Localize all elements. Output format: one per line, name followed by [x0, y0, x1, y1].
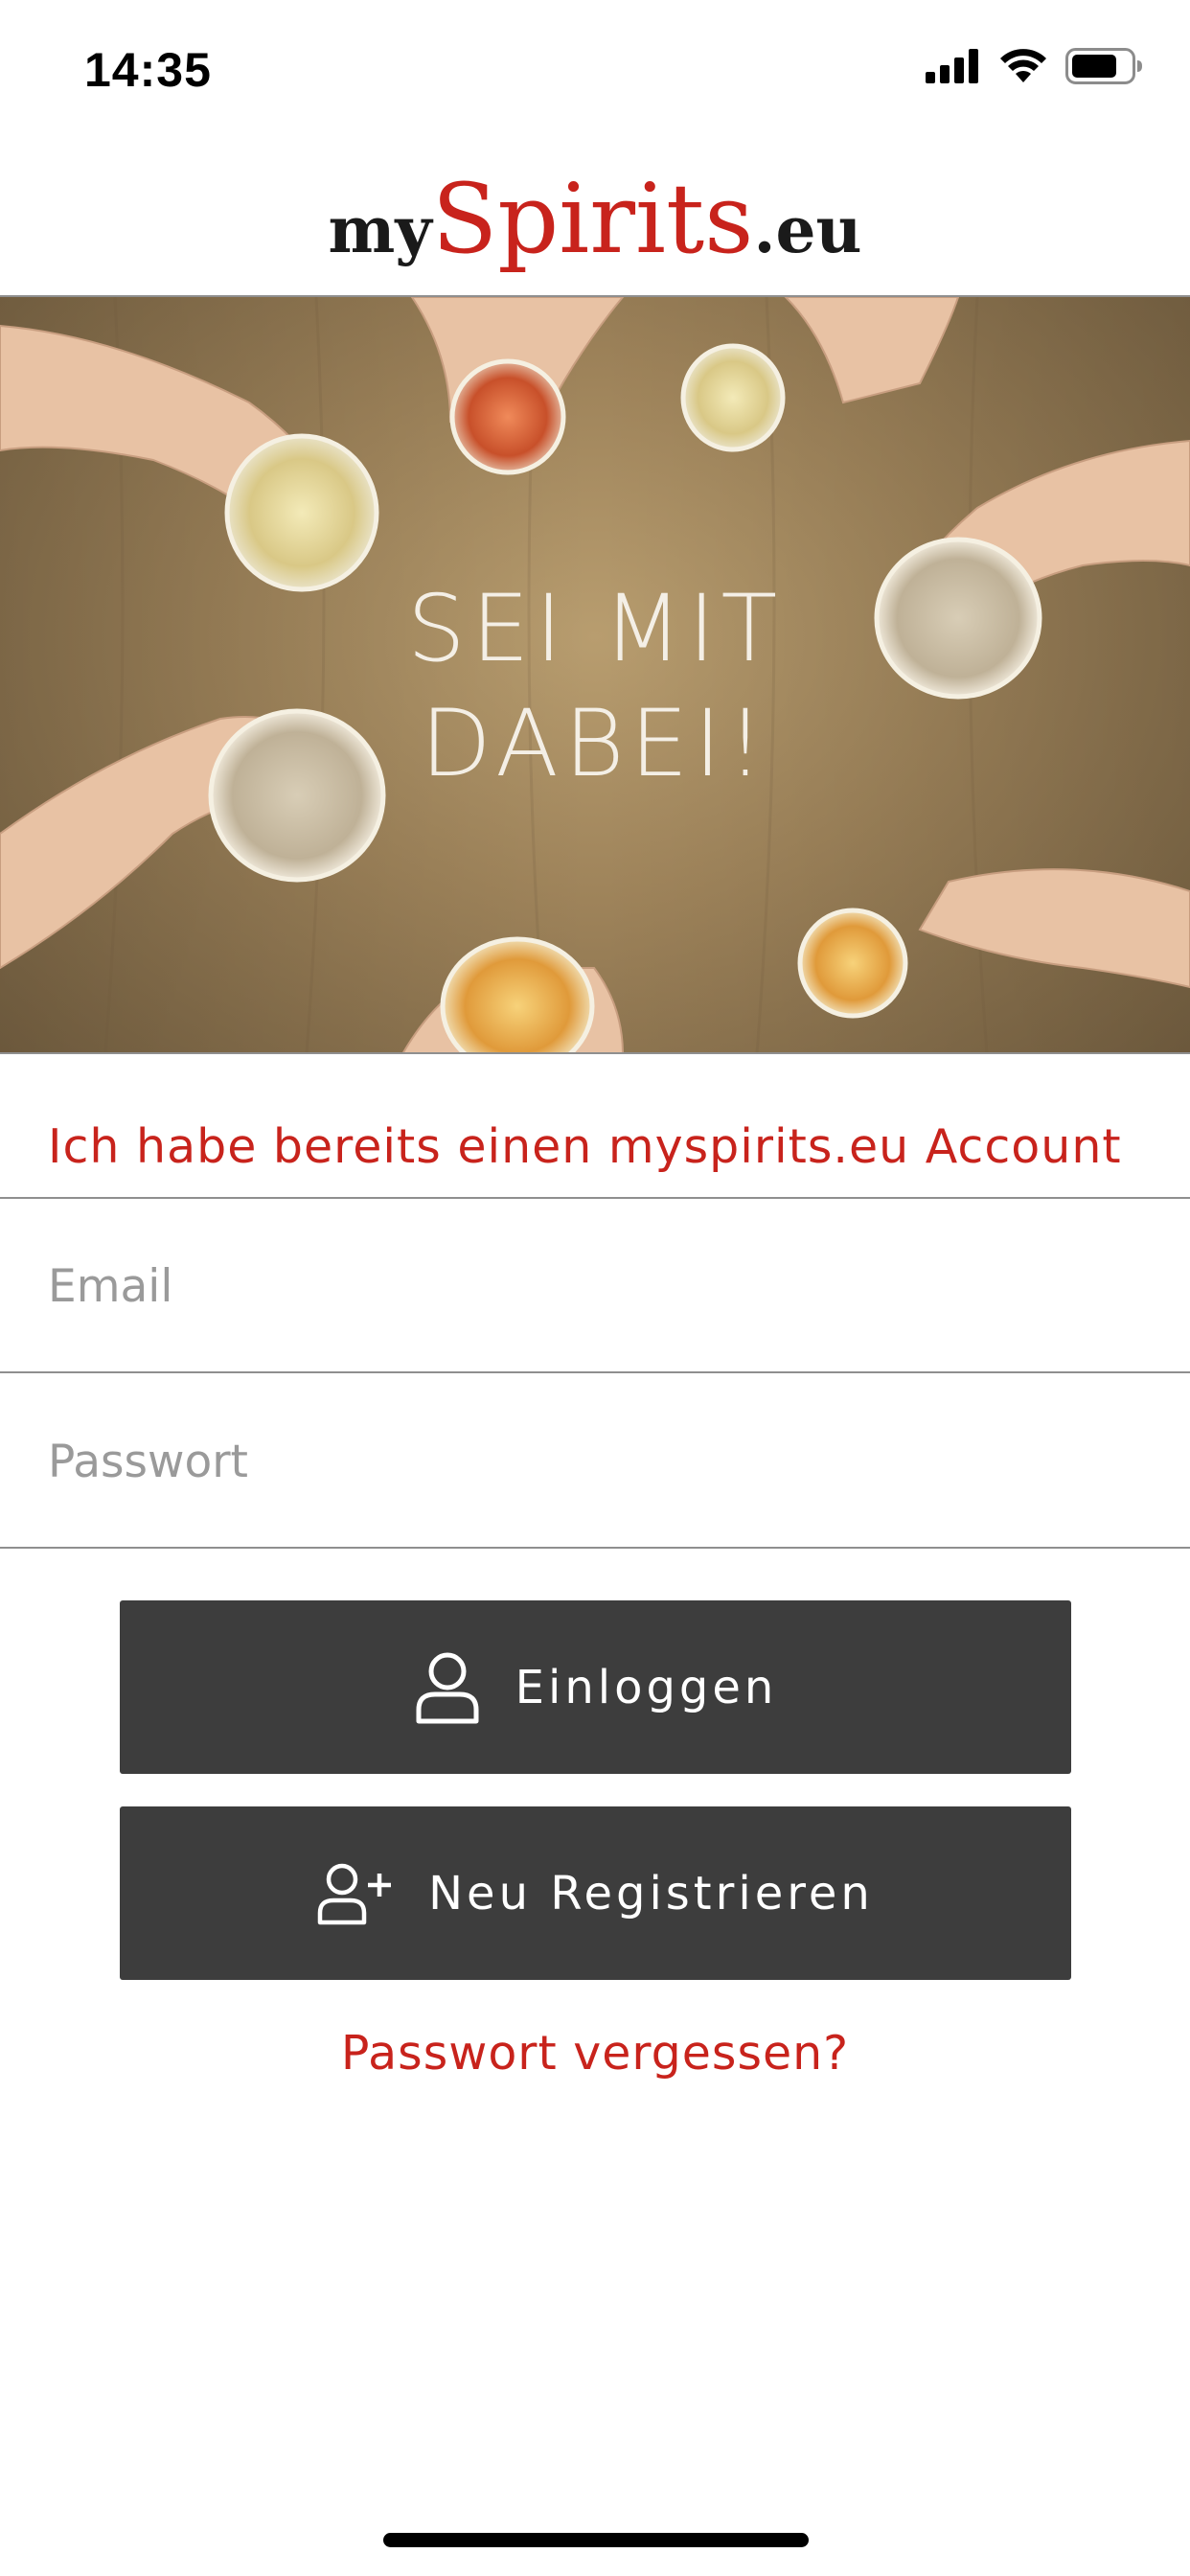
logo-part-my: my [328, 193, 432, 267]
logo-part-spirits: Spirits [431, 163, 754, 275]
app-header: mySpirits.eu [0, 144, 1190, 297]
wifi-icon [998, 48, 1048, 88]
battery-icon [1065, 48, 1144, 88]
myspirits-logo: mySpirits.eu [0, 163, 1190, 275]
user-plus-icon [317, 1862, 394, 1925]
existing-account-heading: Ich habe bereits einen myspirits.eu Acco… [48, 1119, 1122, 1174]
status-bar: 14:35 [0, 0, 1190, 144]
divider-top [0, 1197, 1190, 1199]
email-input[interactable] [48, 1248, 1140, 1324]
hero-text-line2: DABEI! [420, 690, 770, 797]
cellular-signal-icon [926, 49, 981, 87]
status-time: 14:35 [84, 43, 212, 97]
login-button-label: Einloggen [515, 1660, 778, 1714]
register-button-label: Neu Registrieren [428, 1866, 874, 1920]
divider-email [0, 1371, 1190, 1373]
status-icons [926, 48, 1144, 88]
hero-banner: SEI MIT DABEI! [0, 297, 1190, 1054]
hero-text-line1: SEI MIT [406, 575, 784, 682]
forgot-password-link[interactable]: Passwort vergessen? [0, 2026, 1190, 2081]
divider-password [0, 1547, 1190, 1549]
login-button[interactable]: Einloggen [120, 1600, 1071, 1774]
logo-part-eu: .eu [753, 193, 862, 267]
home-indicator[interactable] [383, 2533, 809, 2547]
user-icon [414, 1650, 481, 1725]
register-button[interactable]: Neu Registrieren [120, 1806, 1071, 1980]
password-input[interactable] [48, 1423, 1140, 1500]
